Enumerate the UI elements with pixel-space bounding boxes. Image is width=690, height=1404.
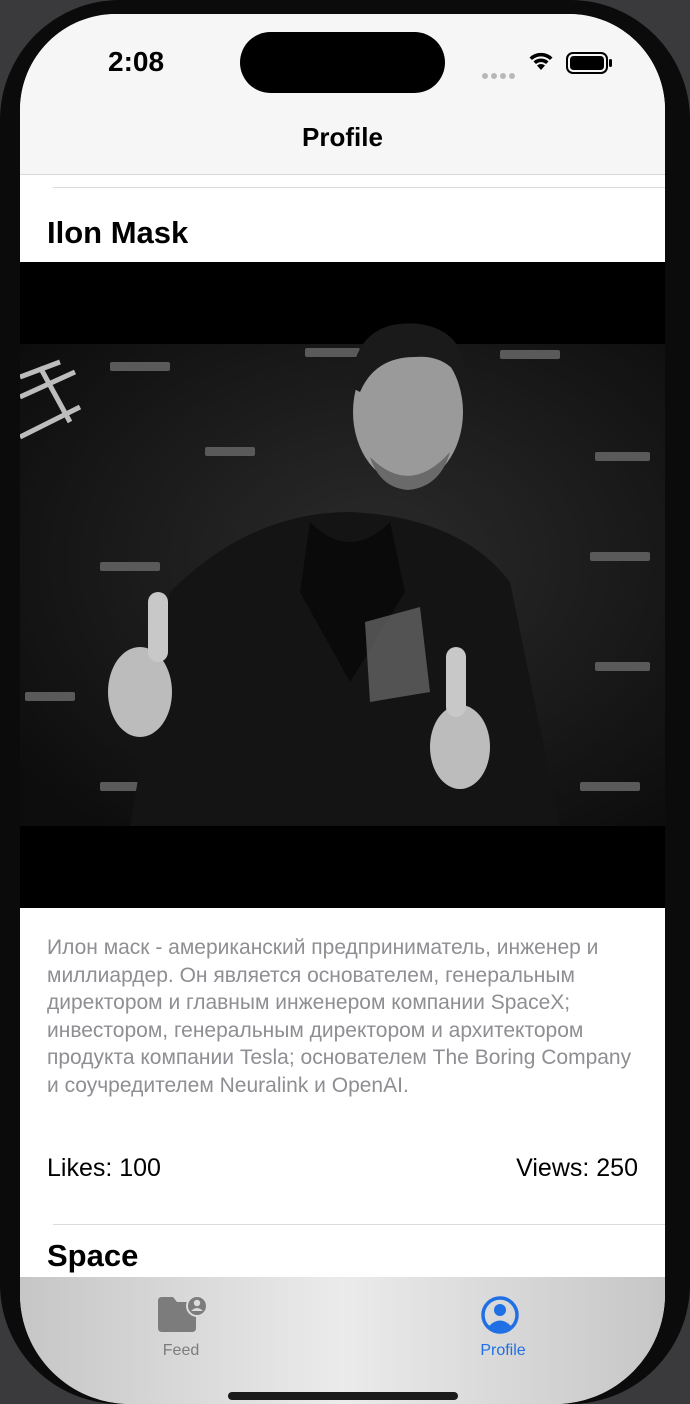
status-bar: 2:08: [20, 14, 665, 124]
tab-profile-label: Profile: [480, 1342, 526, 1359]
battery-icon: [566, 52, 612, 74]
app-screen: 2:08 Profile Ilon Mask Илон маск - амери…: [20, 14, 665, 1404]
wifi-icon: [529, 52, 553, 70]
signal-dots-icon: [482, 66, 518, 84]
post-description: Илон маск - американский предприниматель…: [47, 936, 632, 1097]
tab-feed[interactable]: Feed: [101, 1285, 261, 1365]
views-count: Views: 250: [516, 1154, 638, 1182]
status-time: 2:08: [108, 46, 165, 77]
tab-bar: Feed Profile: [20, 1277, 665, 1404]
home-indicator[interactable]: [228, 1392, 458, 1400]
post-image: [20, 262, 665, 908]
person-circle-icon: [481, 1296, 519, 1334]
tab-profile[interactable]: Profile: [423, 1285, 583, 1365]
tab-feed-label: Feed: [162, 1342, 200, 1359]
folder-person-icon: [158, 1295, 208, 1332]
post-author-title: Ilon Mask: [47, 215, 189, 250]
row-separator: [53, 187, 665, 188]
navigation-bar: Profile: [20, 114, 665, 175]
row-separator: [53, 1224, 665, 1225]
feed-scroll-view[interactable]: Ilon Mask Илон маск - американский предп…: [20, 175, 665, 1277]
nav-title: Profile: [302, 122, 383, 152]
likes-count[interactable]: Likes: 100: [47, 1154, 161, 1183]
dynamic-island: [240, 32, 445, 93]
next-post-author-title: Space: [47, 1238, 139, 1273]
